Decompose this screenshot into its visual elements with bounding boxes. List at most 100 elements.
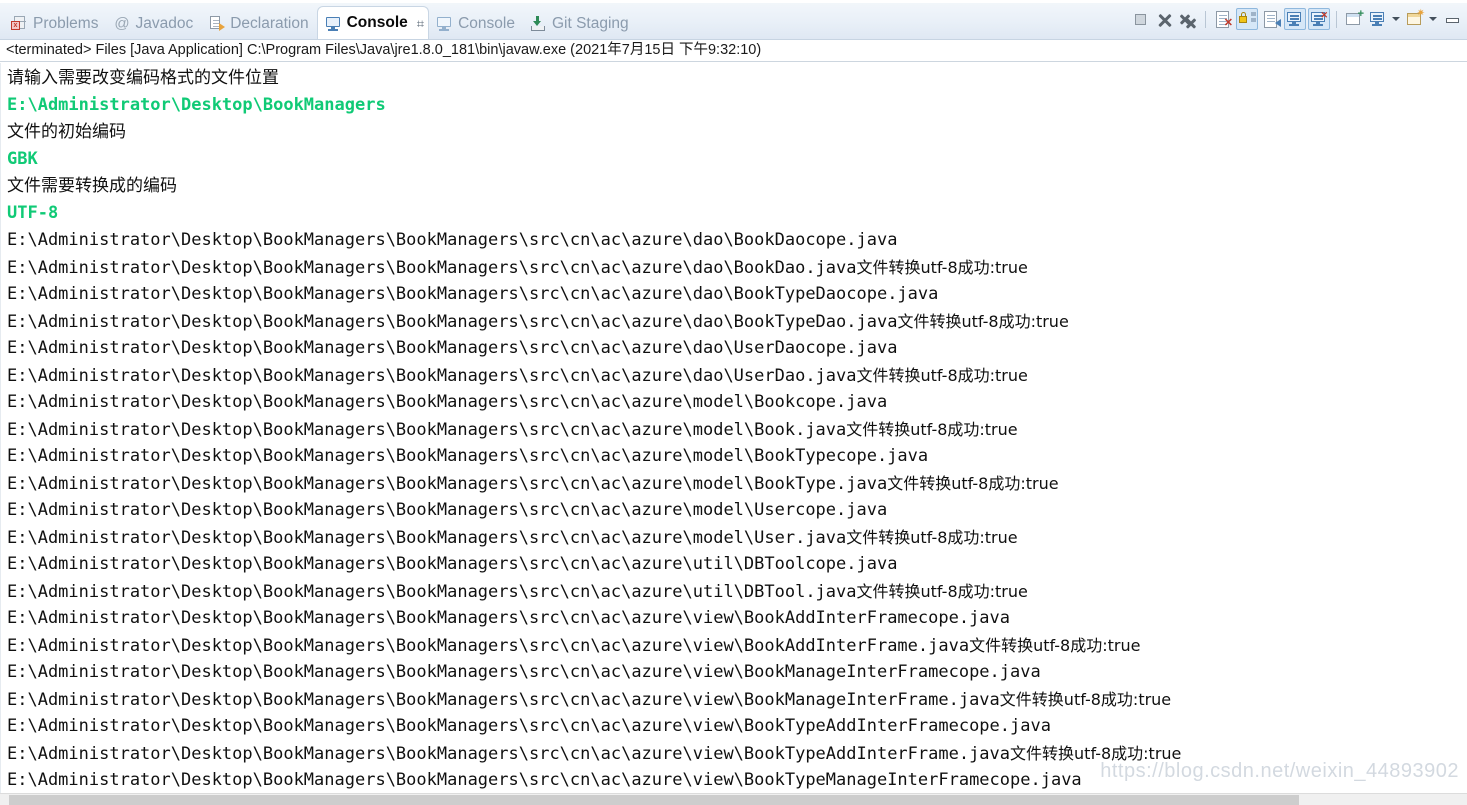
scroll-left-arrow[interactable] bbox=[0, 794, 9, 805]
output-status-suffix: 文件转换utf-8成功:true bbox=[846, 420, 1018, 439]
tab-git-staging[interactable]: Git Staging bbox=[523, 8, 637, 39]
remove-all-terminated-button[interactable] bbox=[1177, 8, 1199, 30]
output-status-suffix: 文件转换utf-8成功:true bbox=[969, 636, 1141, 655]
tab-label: Git Staging bbox=[551, 14, 629, 32]
console-input-echo-line: E:\Administrator\Desktop\BookManagers bbox=[7, 95, 386, 115]
console-output-area[interactable]: 请输入需要改变编码格式的文件位置 E:\Administrator\Desktop… bbox=[0, 63, 1467, 793]
tab-label: Console bbox=[346, 14, 408, 31]
output-file-path: E:\Administrator\Desktop\BookManagers\Bo… bbox=[7, 500, 888, 520]
console-output-line: E:\Administrator\Desktop\BookManagers\Bo… bbox=[7, 497, 1467, 524]
new-console-view-button[interactable]: + bbox=[1343, 8, 1365, 30]
output-file-path: E:\Administrator\Desktop\BookManagers\Bo… bbox=[7, 770, 1082, 790]
console-prompt-line: 文件需要转换成的编码 bbox=[7, 176, 177, 196]
console-output-line: E:\Administrator\Desktop\BookManagers\Bo… bbox=[7, 308, 1467, 335]
view-tab-bar: x Problems @ Javadoc Declaration Console ⌗ Cons… bbox=[0, 0, 1467, 40]
pin-console-button[interactable] bbox=[1284, 8, 1306, 30]
output-file-path: E:\Administrator\Desktop\BookManagers\Bo… bbox=[7, 366, 857, 386]
console-output-line: E:\Administrator\Desktop\BookManagers\Bo… bbox=[7, 389, 1467, 416]
tab-javadoc[interactable]: @ Javadoc bbox=[106, 8, 201, 39]
output-file-path: E:\Administrator\Desktop\BookManagers\Bo… bbox=[7, 392, 888, 412]
output-status-suffix: 文件转换utf-8成功:true bbox=[897, 312, 1069, 331]
output-file-path: E:\Administrator\Desktop\BookManagers\Bo… bbox=[7, 312, 898, 332]
output-file-path: E:\Administrator\Desktop\BookManagers\Bo… bbox=[7, 446, 929, 466]
tab-label: Console bbox=[458, 14, 515, 32]
scroll-right-arrow[interactable] bbox=[1458, 794, 1467, 805]
scrollbar-thumb[interactable] bbox=[9, 795, 1299, 805]
remove-launch-button[interactable] bbox=[1153, 8, 1175, 30]
output-file-path: E:\Administrator\Desktop\BookManagers\Bo… bbox=[7, 662, 1041, 682]
console-prompt-line: 请输入需要改变编码格式的文件位置 bbox=[7, 68, 279, 88]
output-file-path: E:\Administrator\Desktop\BookManagers\Bo… bbox=[7, 284, 939, 304]
word-wrap-button[interactable] bbox=[1260, 8, 1282, 30]
console-dropdown-chevron-icon[interactable] bbox=[1391, 8, 1402, 30]
tab-problems[interactable]: x Problems bbox=[4, 8, 106, 39]
console-output-line: E:\Administrator\Desktop\BookManagers\Bo… bbox=[7, 686, 1467, 713]
console-output-line: E:\Administrator\Desktop\BookManagers\Bo… bbox=[7, 416, 1467, 443]
toolbar-separator bbox=[1205, 10, 1206, 28]
console-output-line: E:\Administrator\Desktop\BookManagers\Bo… bbox=[7, 443, 1467, 470]
output-file-path: E:\Administrator\Desktop\BookManagers\Bo… bbox=[7, 420, 847, 440]
chevron-down-icon[interactable] bbox=[1428, 8, 1439, 30]
console-output-line: E:\Administrator\Desktop\BookManagers\Bo… bbox=[7, 767, 1467, 793]
console-output-line: E:\Administrator\Desktop\BookManagers\Bo… bbox=[7, 281, 1467, 308]
console-output-line: E:\Administrator\Desktop\BookManagers\Bo… bbox=[7, 227, 1467, 254]
console-process-header: <terminated> Files [Java Application] C:… bbox=[0, 40, 1467, 62]
toolbar-separator bbox=[1336, 10, 1337, 28]
output-file-path: E:\Administrator\Desktop\BookManagers\Bo… bbox=[7, 636, 970, 656]
tab-console-active[interactable]: Console ⌗ bbox=[316, 6, 430, 39]
open-console-button[interactable]: ✷ bbox=[1404, 8, 1426, 30]
console-monitor-button[interactable] bbox=[1367, 8, 1389, 30]
output-status-suffix: 文件转换utf-8成功:true bbox=[1010, 744, 1182, 763]
output-file-path: E:\Administrator\Desktop\BookManagers\Bo… bbox=[7, 554, 898, 574]
console-output-line: E:\Administrator\Desktop\BookManagers\Bo… bbox=[7, 335, 1467, 362]
output-file-path: E:\Administrator\Desktop\BookManagers\Bo… bbox=[7, 608, 1011, 628]
git-staging-icon bbox=[530, 15, 547, 32]
output-file-path: E:\Administrator\Desktop\BookManagers\Bo… bbox=[7, 528, 847, 548]
tab-label: Javadoc bbox=[135, 14, 194, 32]
output-status-suffix: 文件转换utf-8成功:true bbox=[856, 366, 1028, 385]
display-selected-console-button[interactable]: ✕ bbox=[1308, 8, 1330, 30]
tab-declaration[interactable]: Declaration bbox=[201, 8, 316, 39]
output-file-path: E:\Administrator\Desktop\BookManagers\Bo… bbox=[7, 474, 888, 494]
console-output-line: E:\Administrator\Desktop\BookManagers\Bo… bbox=[7, 578, 1467, 605]
console-output-line: E:\Administrator\Desktop\BookManagers\Bo… bbox=[7, 524, 1467, 551]
output-status-suffix: 文件转换utf-8成功:true bbox=[887, 474, 1059, 493]
console-input-echo-line: UTF-8 bbox=[7, 203, 59, 223]
tab-label: Problems bbox=[33, 14, 99, 32]
output-file-path: E:\Administrator\Desktop\BookManagers\Bo… bbox=[7, 582, 857, 602]
console-output-line: E:\Administrator\Desktop\BookManagers\Bo… bbox=[7, 659, 1467, 686]
console-output-line: E:\Administrator\Desktop\BookManagers\Bo… bbox=[7, 740, 1467, 767]
output-status-suffix: 文件转换utf-8成功:true bbox=[856, 582, 1028, 601]
output-status-suffix: 文件转换utf-8成功:true bbox=[999, 690, 1172, 709]
console-output-line: E:\Administrator\Desktop\BookManagers\Bo… bbox=[7, 362, 1467, 389]
output-file-path: E:\Administrator\Desktop\BookManagers\Bo… bbox=[7, 338, 898, 358]
scroll-lock-button[interactable] bbox=[1236, 8, 1258, 30]
terminate-button[interactable] bbox=[1129, 8, 1151, 30]
minimize-button[interactable] bbox=[1441, 8, 1463, 30]
console-toolbar: ✕ ✕ + ✷ bbox=[1129, 6, 1463, 32]
close-icon[interactable]: ⌗ bbox=[417, 17, 424, 30]
console-icon bbox=[325, 15, 342, 32]
output-file-path: E:\Administrator\Desktop\BookManagers\Bo… bbox=[7, 258, 857, 278]
console-icon bbox=[436, 15, 453, 32]
output-file-path: E:\Administrator\Desktop\BookManagers\Bo… bbox=[7, 690, 1000, 710]
tab-label: Declaration bbox=[230, 14, 309, 32]
javadoc-icon: @ bbox=[114, 15, 130, 32]
declaration-icon bbox=[208, 15, 226, 32]
console-output-line: E:\Administrator\Desktop\BookManagers\Bo… bbox=[7, 713, 1467, 740]
console-output-line: E:\Administrator\Desktop\BookManagers\Bo… bbox=[7, 470, 1467, 497]
console-output-line: E:\Administrator\Desktop\BookManagers\Bo… bbox=[7, 605, 1467, 632]
horizontal-scrollbar[interactable] bbox=[0, 793, 1467, 805]
output-file-path: E:\Administrator\Desktop\BookManagers\Bo… bbox=[7, 716, 1051, 736]
clear-console-button[interactable]: ✕ bbox=[1212, 8, 1234, 30]
output-status-suffix: 文件转换utf-8成功:true bbox=[856, 258, 1028, 277]
problems-icon: x bbox=[11, 15, 28, 32]
output-file-path: E:\Administrator\Desktop\BookManagers\Bo… bbox=[7, 230, 898, 250]
console-input-echo-line: GBK bbox=[7, 149, 38, 169]
tab-console[interactable]: Console bbox=[429, 8, 523, 39]
console-output-line: E:\Administrator\Desktop\BookManagers\Bo… bbox=[7, 254, 1467, 281]
console-output-line: E:\Administrator\Desktop\BookManagers\Bo… bbox=[7, 551, 1467, 578]
console-output-line: E:\Administrator\Desktop\BookManagers\Bo… bbox=[7, 632, 1467, 659]
output-file-path: E:\Administrator\Desktop\BookManagers\Bo… bbox=[7, 744, 1011, 764]
output-status-suffix: 文件转换utf-8成功:true bbox=[846, 528, 1018, 547]
